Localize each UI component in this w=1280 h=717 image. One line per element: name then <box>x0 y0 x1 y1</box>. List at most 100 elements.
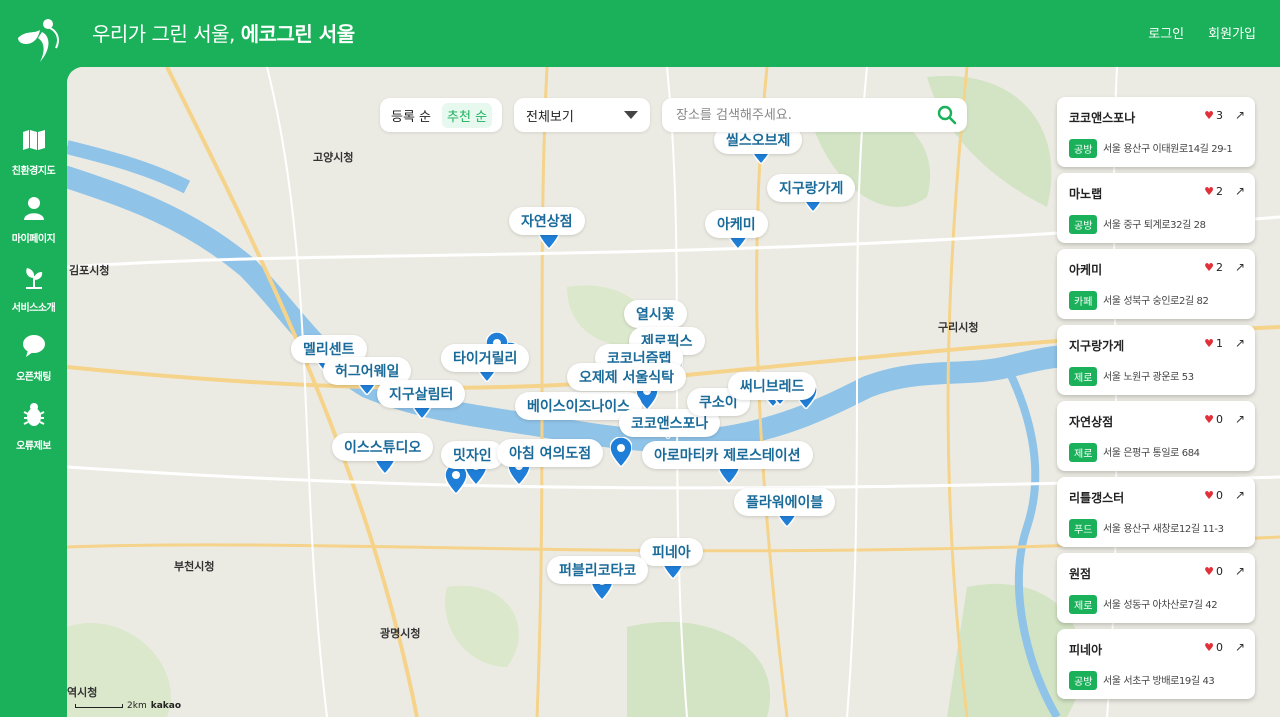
map-icon <box>22 130 45 150</box>
place-label[interactable]: 지구살림터 <box>377 380 466 408</box>
external-link-icon[interactable]: ↗ <box>1235 488 1245 502</box>
heart-icon: ♥ <box>1204 413 1214 426</box>
sidebar-item-label: 서비스소개 <box>11 303 56 314</box>
search-input[interactable] <box>676 107 937 123</box>
place-card[interactable]: 아케미 ♥ 2 ↗ 카페 서울 성북구 숭인로2길 82 <box>1057 249 1255 319</box>
search-bar <box>662 98 967 132</box>
place-address: 서울 용산구 이태원로14길 29-1 <box>1103 144 1233 155</box>
place-card[interactable]: 마노랩 ♥ 2 ↗ 공방 서울 중구 퇴계로32길 28 <box>1057 173 1255 243</box>
bug-icon <box>23 403 44 426</box>
eco-logo-icon[interactable] <box>12 18 62 68</box>
place-label[interactable]: 지구랑가게 <box>767 174 856 202</box>
like-count[interactable]: ♥ 3 <box>1204 109 1223 122</box>
sidebar-item-mypage[interactable]: 마이페이지 <box>0 195 67 246</box>
external-link-icon[interactable]: ↗ <box>1235 564 1245 578</box>
category-tag: 공방 <box>1069 671 1098 690</box>
sidebar-item-openchat[interactable]: 오픈채팅 <box>0 333 67 384</box>
place-label[interactable]: 아케미 <box>705 210 768 238</box>
like-count-value: 1 <box>1216 337 1223 350</box>
place-name: 아케미 <box>1069 263 1103 277</box>
like-count[interactable]: ♥ 0 <box>1204 489 1223 502</box>
sidebar-item-label: 오픈채팅 <box>16 372 51 383</box>
sort-registered-option[interactable]: 등록 순 <box>386 103 436 128</box>
sidebar-item-bug-report[interactable]: 오류제보 <box>0 402 67 453</box>
external-link-icon[interactable]: ↗ <box>1235 260 1245 274</box>
place-label[interactable]: 열시꽃 <box>624 300 687 328</box>
kakao-logo: kakao <box>150 701 182 711</box>
city-label: 고양시청 <box>313 151 354 164</box>
place-label[interactable]: 이스스튜디오 <box>332 433 434 461</box>
chat-icon <box>22 335 45 357</box>
place-label[interactable]: 타이거릴리 <box>441 344 530 372</box>
place-card[interactable]: 원점 ♥ 0 ↗ 제로 서울 성동구 아차산로7길 42 <box>1057 553 1255 623</box>
page-title: 우리가 그린 서울, 에코그린 서울 <box>92 18 355 47</box>
map-view[interactable]: 고양시청 김포시청 부천시청 광명시청 구리시청 역시청 자연상점 아케미 지구… <box>67 67 1280 717</box>
like-count[interactable]: ♥ 0 <box>1204 413 1223 426</box>
external-link-icon[interactable]: ↗ <box>1235 336 1245 350</box>
login-link[interactable]: 로그인 <box>1148 23 1184 42</box>
sort-recommended-option[interactable]: 추천 순 <box>442 102 493 128</box>
place-card[interactable]: 리틀갱스터 ♥ 0 ↗ 푸드 서울 용산구 새창로12길 11-3 <box>1057 477 1255 547</box>
external-link-icon[interactable]: ↗ <box>1235 184 1245 198</box>
place-label[interactable]: 피네아 <box>640 538 703 566</box>
place-card[interactable]: 자연상점 ♥ 0 ↗ 제로 서울 은평구 통일로 684 <box>1057 401 1255 471</box>
filter-selected-value: 전체보기 <box>526 109 574 125</box>
heart-icon: ♥ <box>1204 565 1214 578</box>
like-count[interactable]: ♥ 0 <box>1204 641 1223 654</box>
place-name: 코코앤스포나 <box>1069 111 1136 125</box>
sidebar-item-eco-map[interactable]: 친환경지도 <box>0 127 67 178</box>
place-label[interactable]: 퍼블리코타코 <box>547 556 649 584</box>
like-count[interactable]: ♥ 2 <box>1204 185 1223 198</box>
place-label[interactable]: 써니브레드 <box>728 372 817 400</box>
sidebar-item-service[interactable]: 서비스소개 <box>0 264 67 315</box>
caret-down-icon <box>624 111 638 119</box>
search-icon[interactable] <box>937 105 957 125</box>
like-count[interactable]: ♥ 1 <box>1204 337 1223 350</box>
external-link-icon[interactable]: ↗ <box>1235 640 1245 654</box>
sidebar-item-label: 마이페이지 <box>11 234 56 245</box>
place-address: 서울 성동구 아차산로7길 42 <box>1103 600 1218 611</box>
map-marker-icon[interactable] <box>610 437 632 467</box>
place-label[interactable]: 아로마티카 제로스테이션 <box>642 441 813 469</box>
place-address: 서울 성북구 숭인로2길 82 <box>1103 296 1209 307</box>
category-tag: 푸드 <box>1069 519 1098 538</box>
like-count-value: 3 <box>1216 109 1223 122</box>
place-label[interactable]: 오제제 서울식탁 <box>567 363 687 391</box>
heart-icon: ♥ <box>1204 185 1214 198</box>
place-name: 리틀갱스터 <box>1069 491 1125 505</box>
like-count[interactable]: ♥ 0 <box>1204 565 1223 578</box>
city-label: 역시청 <box>67 686 98 699</box>
place-card[interactable]: 지구랑가게 ♥ 1 ↗ 제로 서울 노원구 광운로 53 <box>1057 325 1255 395</box>
category-tag: 카페 <box>1069 291 1098 310</box>
place-card[interactable]: 코코앤스포나 ♥ 3 ↗ 공방 서울 용산구 이태원로14길 29-1 <box>1057 97 1255 167</box>
city-label: 구리시청 <box>938 321 979 334</box>
external-link-icon[interactable]: ↗ <box>1235 412 1245 426</box>
place-label[interactable]: 자연상점 <box>509 207 585 235</box>
title-prefix: 우리가 그린 서울, <box>92 22 241 46</box>
user-icon <box>23 197 44 220</box>
place-label[interactable]: 밋자인 <box>441 441 504 469</box>
place-name: 원점 <box>1069 567 1092 581</box>
place-address: 서울 중구 퇴계로32길 28 <box>1103 220 1206 231</box>
place-card[interactable]: 피네아 ♥ 0 ↗ 공방 서울 서초구 방배로19길 43 <box>1057 629 1255 699</box>
like-count-value: 2 <box>1216 261 1223 274</box>
like-count-value: 0 <box>1216 413 1223 426</box>
place-label[interactable]: 플라워에이블 <box>734 488 836 516</box>
category-tag: 제로 <box>1069 443 1098 462</box>
signup-link[interactable]: 회원가입 <box>1208 23 1256 42</box>
place-label[interactable]: 아침 여의도점 <box>497 439 604 467</box>
category-filter-select[interactable]: 전체보기 <box>514 98 650 132</box>
place-name: 피네아 <box>1069 643 1103 657</box>
heart-icon: ♥ <box>1204 489 1214 502</box>
external-link-icon[interactable]: ↗ <box>1235 108 1245 122</box>
category-tag: 제로 <box>1069 595 1098 614</box>
auth-links: 로그인 회원가입 <box>1148 23 1256 42</box>
city-label: 김포시청 <box>69 264 110 277</box>
like-count-value: 2 <box>1216 185 1223 198</box>
city-label: 광명시청 <box>380 627 421 640</box>
scale-bar <box>75 704 123 708</box>
sidebar-item-label: 친환경지도 <box>11 166 56 177</box>
like-count[interactable]: ♥ 2 <box>1204 261 1223 274</box>
heart-icon: ♥ <box>1204 337 1214 350</box>
leaf-icon <box>25 268 42 289</box>
